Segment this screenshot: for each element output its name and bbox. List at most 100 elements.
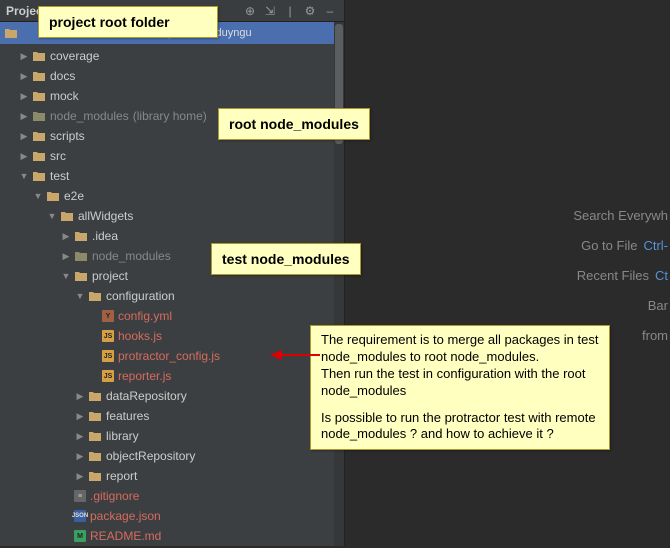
callout-text-line: Then run the test in configuration with … [321,366,599,400]
hide-icon[interactable]: – [322,3,338,19]
tree-item-gitignore[interactable]: ≡.gitignore [0,486,344,506]
callout-text: root node_modules [229,116,359,132]
chevron-down-icon[interactable]: ▼ [46,210,58,222]
tree-item-packagejson[interactable]: JSON package.json [0,506,344,526]
tree-item-test[interactable]: ▼test [0,166,344,186]
js-file-icon: JS [102,330,114,342]
tree-item-config-yml[interactable]: Yconfig.yml [0,306,344,326]
tree-label: features [106,409,149,423]
tree-item-coverage[interactable]: ▶ coverage [0,46,344,66]
callout-root-nm: root node_modules [218,108,370,140]
chevron-right-icon[interactable]: ▶ [74,470,86,482]
tree-item-mock[interactable]: ▶ mock [0,86,344,106]
folder-icon [88,410,102,422]
chevron-right-icon[interactable]: ▶ [74,410,86,422]
tree-item-features[interactable]: ▶ features [0,406,344,426]
folder-icon [60,210,74,222]
library-hint: (library home) [133,109,207,123]
tree-item-datarepository[interactable]: ▶ dataRepository [0,386,344,406]
folder-icon [32,170,46,182]
js-file-icon: JS [102,350,114,362]
tree-label: mock [50,89,79,103]
folder-icon [32,70,46,82]
folder-icon [74,270,88,282]
tree-item-e2e[interactable]: ▼e2e [0,186,344,206]
hint-bar: Bar [573,290,670,320]
hint-label: Search Everywh [573,208,668,223]
tree-item-readme[interactable]: MREADME.md [0,526,344,546]
chevron-right-icon[interactable]: ▶ [18,70,30,82]
folder-icon [88,450,102,462]
tree-label: docs [50,69,75,83]
tree-label: configuration [106,289,175,303]
callout-text: project root folder [49,14,170,30]
chevron-right-icon[interactable]: ▶ [74,450,86,462]
tree-item-objectrepository[interactable]: ▶objectRepository [0,446,344,466]
yml-file-icon: Y [102,310,114,322]
callout-text-line: Is possible to run the protractor test w… [321,410,599,444]
arrow-icon [270,345,320,365]
chevron-down-icon[interactable]: ▼ [74,290,86,302]
scroll-from-source-icon[interactable]: ⊕ [242,3,258,19]
tree-label: coverage [50,49,99,63]
chevron-down-icon[interactable]: ▼ [18,170,30,182]
chevron-down-icon[interactable]: ▼ [32,190,44,202]
tree-item-src[interactable]: ▶src [0,146,344,166]
folder-icon [4,26,18,40]
chevron-none [88,350,100,362]
hint-label: from [642,328,668,343]
chevron-right-icon[interactable]: ▶ [18,90,30,102]
tree-item-allwidgets[interactable]: ▼ allWidgets [0,206,344,226]
panel-toolbar: ⊕ ⇲ | ⚙ – [242,3,344,19]
tree-label: node_modules [92,249,171,263]
tree-label: scripts [50,129,85,143]
folder-icon [88,290,102,302]
callout-test-nm: test node_modules [211,243,361,275]
callout-requirement: The requirement is to merge all packages… [310,325,610,450]
hint-key: Ctrl- [643,238,668,253]
chevron-right-icon[interactable]: ▶ [60,250,72,262]
callout-root-folder: project root folder [38,6,218,38]
tree-item-docs[interactable]: ▶ docs [0,66,344,86]
tree-label: protractor_config.js [118,349,220,363]
editor-empty-pane: Search Everywh Go to File Ctrl- Recent Fi… [345,0,670,546]
chevron-right-icon[interactable]: ▶ [74,390,86,402]
chevron-none [88,310,100,322]
chevron-right-icon[interactable]: ▶ [74,430,86,442]
folder-icon [88,430,102,442]
chevron-down-icon[interactable]: ▼ [60,270,72,282]
chevron-right-icon[interactable]: ▶ [18,50,30,62]
tree-label: dataRepository [106,389,187,403]
hint-key: Ct [655,268,668,283]
json-file-icon: JSON [74,510,86,522]
callout-text-line: The requirement is to merge all packages… [321,332,599,366]
tree-label: .gitignore [90,489,139,503]
scrollbar[interactable] [334,22,344,546]
hint-label: Go to File [581,238,637,253]
tree-item-library[interactable]: ▶library [0,426,344,446]
chevron-right-icon[interactable]: ▶ [60,230,72,242]
tree-item-configuration[interactable]: ▼ configuration [0,286,344,306]
tree-item-reporter-js[interactable]: JSreporter.js [0,366,344,386]
tree-label: node_modules [50,109,129,123]
chevron-right-icon[interactable]: ▶ [18,130,30,142]
folder-icon [88,390,102,402]
chevron-none [60,510,72,522]
hint-search: Search Everywh [573,200,670,230]
tree-label: project [92,269,128,283]
chevron-right-icon[interactable]: ▶ [18,150,30,162]
md-file-icon: M [74,530,86,542]
tree-item-hooks-js[interactable]: JS hooks.js [0,326,344,346]
folder-icon [32,90,46,102]
folder-icon [32,150,46,162]
tree-label: hooks.js [118,329,162,343]
settings-gear-icon[interactable]: ⚙ [302,3,318,19]
chevron-right-icon[interactable]: ▶ [18,110,30,122]
tree-item-report[interactable]: ▶report [0,466,344,486]
collapse-all-icon[interactable]: ⇲ [262,3,278,19]
tree-label: config.yml [118,309,172,323]
chevron-none [60,530,72,542]
hint-recent: Recent FilesCt [573,260,670,290]
tree-label: allWidgets [78,209,133,223]
tree-label: package.json [90,509,161,523]
